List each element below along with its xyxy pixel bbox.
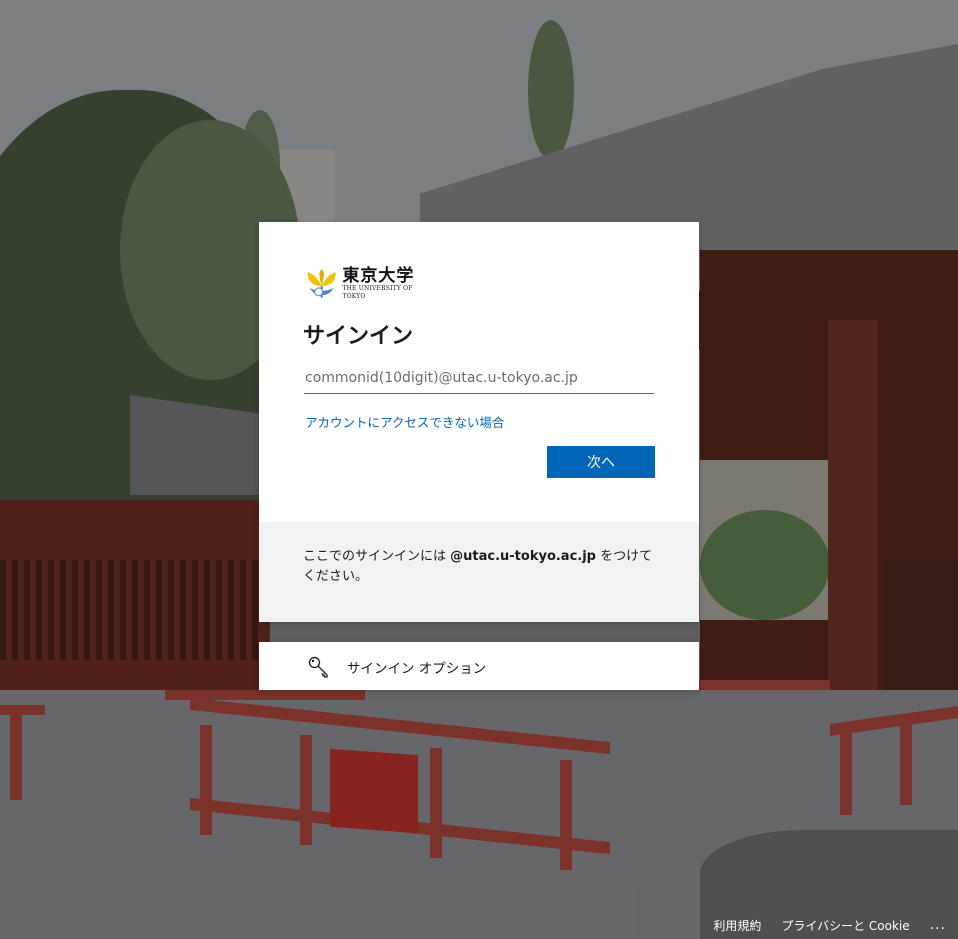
logo-name-en: THE UNIVERSITY OF TOKYO [342,285,413,300]
page-title: サインイン [303,324,414,349]
privacy-cookies-link[interactable]: プライバシーと Cookie [781,917,909,934]
ginkgo-logo-icon [307,269,336,298]
signin-info-text: ここでのサインインには @utac.u-tokyo.ac.jp をつけてください… [303,547,663,587]
signin-card: 東京大学 THE UNIVERSITY OF TOKYO サインイン アカウント… [259,222,699,622]
info-domain: @utac.u-tokyo.ac.jp [450,549,596,564]
cant-access-account-link[interactable]: アカウントにアクセスできない場合 [305,412,504,431]
footer: 利用規約 プライバシーと Cookie ... [693,911,958,939]
signin-options-label: サインイン オプション [347,661,487,677]
university-logo: 東京大学 THE UNIVERSITY OF TOKYO [306,266,436,302]
signin-options-button[interactable]: サインイン オプション [259,642,699,690]
terms-of-use-link[interactable]: 利用規約 [713,917,761,934]
more-options-icon[interactable]: ... [930,917,946,933]
next-button[interactable]: 次へ [547,446,655,478]
signin-form: 東京大学 THE UNIVERSITY OF TOKYO サインイン アカウント… [259,222,699,522]
logo-name-jp: 東京大学 [342,266,415,286]
key-icon [308,656,328,678]
info-prefix: ここでのサインインには [303,549,451,564]
signin-info-panel: ここでのサインインには @utac.u-tokyo.ac.jp をつけてください… [259,522,699,622]
email-input[interactable] [304,362,654,394]
